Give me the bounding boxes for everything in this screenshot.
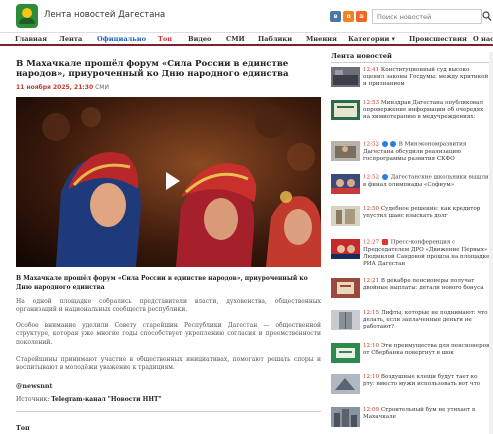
- sidebar-scrollbar[interactable]: [489, 52, 493, 434]
- news-thumbnail: [331, 174, 360, 194]
- news-item[interactable]: 12:15 Лифты, которые не поднимают: что д…: [331, 310, 489, 340]
- logo-sun-icon: [22, 8, 32, 18]
- nav-item-publics[interactable]: Паблики: [258, 35, 292, 43]
- news-feed-heading: Лента новостей: [331, 52, 489, 63]
- news-item[interactable]: 12:52 В Минэкономразвития Дагестана обсу…: [331, 141, 489, 171]
- video-caption: В Махачкале прошёл форум «Сила России в …: [16, 275, 308, 291]
- nav-item-incidents[interactable]: Происшествия: [409, 35, 467, 43]
- news-headline[interactable]: Конституционный суд высоко оценил законы…: [363, 67, 488, 87]
- news-time: 12:09: [363, 407, 380, 413]
- news-time: 12:52: [363, 141, 380, 148]
- nav-item-categories[interactable]: Категории ▾: [348, 35, 395, 43]
- news-headline[interactable]: В декабре пенсионеры получат двойные вып…: [363, 278, 484, 291]
- article-paragraph: Старейшины принимают участие в обществен…: [16, 356, 321, 372]
- site-title[interactable]: Лента новостей Дагестана: [44, 10, 165, 20]
- article-paragraph: Особое внимание уделили Совету старейшин…: [16, 322, 321, 346]
- news-time: 12:41: [363, 67, 380, 73]
- news-time: 12:50: [363, 206, 380, 212]
- news-item[interactable]: 12:09 Строительный бум не утихает в Маха…: [331, 407, 489, 434]
- news-time: 12:52: [363, 174, 380, 181]
- site-header: Лента новостей Дагестана в о ≋: [0, 0, 493, 32]
- news-headline[interactable]: Минздрав Дагестана опубликовал опроверже…: [363, 100, 483, 120]
- news-thumbnail: [331, 343, 360, 363]
- play-icon[interactable]: [166, 172, 180, 190]
- news-time: 12:10: [363, 343, 380, 349]
- nav-item-top[interactable]: Топ: [158, 35, 172, 43]
- news-headline[interactable]: Воздушные клещи будут тает ко рту: вмест…: [363, 374, 480, 387]
- nav-item-home[interactable]: Главная: [15, 35, 47, 43]
- news-headline[interactable]: Строительный бум не утихает в Махачкале: [363, 407, 475, 420]
- news-time: 12:53: [363, 100, 380, 106]
- verified-icon: [381, 174, 388, 180]
- social-links: в о ≋: [330, 11, 367, 22]
- news-headline[interactable]: В Минэкономразвития Дагестана обсудили р…: [363, 142, 466, 162]
- news-thumbnail: [331, 206, 360, 226]
- video-icon: [381, 239, 388, 245]
- top-section-heading: Топ: [16, 424, 30, 432]
- news-thumbnail: [331, 239, 360, 259]
- source-link[interactable]: Telegram-канал "Новости ННТ": [51, 396, 161, 403]
- divider: [16, 411, 321, 412]
- logo-hill-icon: [19, 18, 35, 24]
- source-label: Источник:: [16, 396, 50, 403]
- news-time: 12:21: [363, 278, 380, 284]
- nav-item-feed[interactable]: Лента: [59, 35, 82, 43]
- article-hashtag[interactable]: @newsnnt: [16, 382, 52, 390]
- news-thumbnail: [331, 67, 360, 87]
- news-headline[interactable]: Лифты, которые не поднимают: что делать,…: [363, 310, 488, 330]
- news-item[interactable]: 12:27 Пресс-конференция с Председателем …: [331, 239, 490, 269]
- news-thumbnail: [331, 374, 360, 394]
- article-source: Источник: Telegram-канал "Новости ННТ": [16, 396, 162, 403]
- nav-item-video[interactable]: Видео: [188, 35, 211, 43]
- news-time: 12:27: [363, 239, 380, 246]
- article-meta: 11 ноября 2025, 21:30 СМИ: [16, 84, 109, 91]
- nav-item-opinions[interactable]: Мнения: [306, 35, 337, 43]
- news-item[interactable]: 12:10 Воздушные клещи будут тает ко рту:…: [331, 374, 489, 404]
- article-source-tag[interactable]: СМИ: [95, 84, 109, 91]
- news-thumbnail: [331, 141, 360, 161]
- news-item[interactable]: 12:53 Минздрав Дагестана опубликовал опр…: [331, 100, 489, 130]
- site-logo[interactable]: [16, 4, 38, 28]
- article-date: 11 ноября 2025, 21:30: [16, 84, 94, 91]
- news-item[interactable]: 12:10 Эти преимущества для пенсионеров о…: [331, 343, 489, 373]
- news-item[interactable]: 12:52 Дагестанские школьники вышли в фин…: [331, 174, 489, 204]
- search-input[interactable]: [372, 9, 482, 24]
- article-title: В Махачкале прошёл форум «Сила России в …: [16, 59, 289, 79]
- news-thumbnail: [331, 407, 360, 427]
- main-nav: Главная Лента Официально Топ Видео СМИ П…: [0, 32, 493, 46]
- nav-item-media[interactable]: СМИ: [226, 35, 245, 43]
- rss-icon[interactable]: ≋: [356, 11, 367, 22]
- article-video[interactable]: [16, 97, 321, 267]
- news-thumbnail: [331, 310, 360, 330]
- ok-icon[interactable]: о: [343, 11, 354, 22]
- news-headline[interactable]: Эти преимущества для пенсионеров от Сбер…: [363, 343, 489, 356]
- news-headline[interactable]: Судебное решение: как кредитор упустил ш…: [363, 206, 480, 219]
- news-time: 12:10: [363, 374, 380, 380]
- verified-icon: [381, 141, 388, 147]
- news-item[interactable]: 12:41 Конституционный суд высоко оценил …: [331, 67, 489, 97]
- vk-icon[interactable]: в: [330, 11, 341, 22]
- nav-item-about[interactable]: О нас: [473, 35, 493, 43]
- news-item[interactable]: 12:21 В декабре пенсионеры получат двойн…: [331, 278, 489, 308]
- article-paragraph: На одной площадке собрались представител…: [16, 298, 321, 314]
- telegram-icon: [389, 141, 396, 147]
- news-thumbnail: [331, 100, 360, 120]
- nav-item-official[interactable]: Официально: [97, 35, 146, 43]
- news-time: 12:15: [363, 310, 380, 316]
- search-icon[interactable]: [482, 11, 492, 22]
- news-item[interactable]: 12:50 Судебное решение: как кредитор упу…: [331, 206, 489, 236]
- news-thumbnail: [331, 278, 360, 298]
